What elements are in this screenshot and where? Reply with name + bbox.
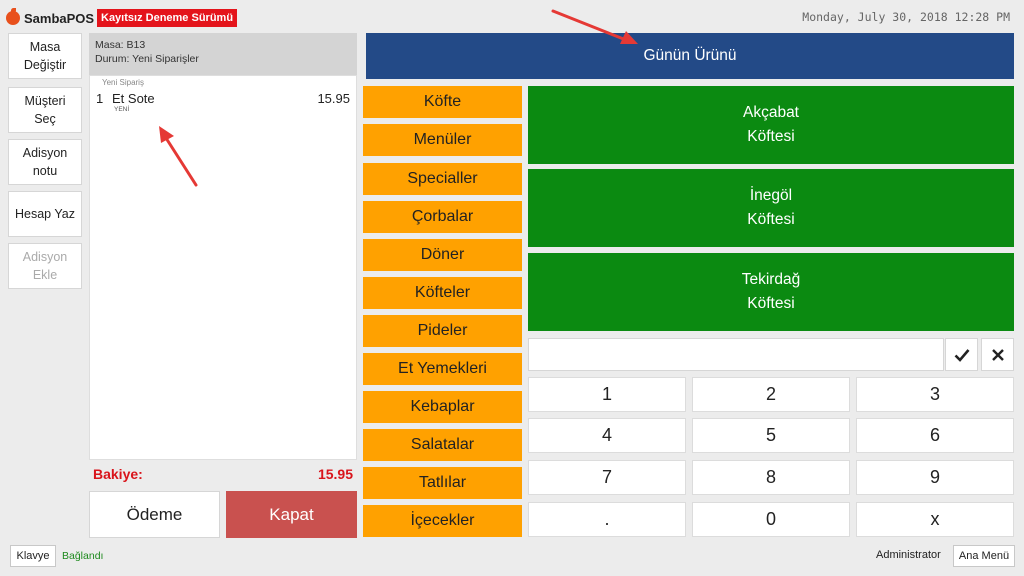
close-ticket-button[interactable]: Kapat [226, 491, 357, 538]
category-button[interactable]: Köfte [363, 86, 522, 118]
numpad-key[interactable]: x [856, 502, 1014, 537]
category-button[interactable]: Kebaplar [363, 391, 522, 423]
trial-badge: Kayıtsız Deneme Sürümü [97, 9, 238, 27]
category-button[interactable]: Salatalar [363, 429, 522, 461]
samba-logo-icon [6, 8, 20, 25]
check-icon [954, 348, 969, 362]
select-customer-button[interactable]: Müşteri Seç [8, 87, 82, 133]
numpad-key[interactable]: 9 [856, 460, 1014, 495]
numpad-key[interactable]: 0 [692, 502, 850, 537]
user-name: Administrator [876, 549, 941, 561]
category-button[interactable]: Köfteler [363, 277, 522, 309]
main-menu-button[interactable]: Ana Menü [953, 545, 1015, 567]
product-button[interactable]: İnegöl Köftesi [528, 169, 1014, 247]
category-button[interactable]: Çorbalar [363, 201, 522, 233]
numpad-key[interactable]: 1 [528, 377, 686, 412]
category-button[interactable]: Tatlılar [363, 467, 522, 499]
product-label: Tekirdağ [741, 271, 801, 288]
category-button[interactable]: Döner [363, 239, 522, 271]
app-logo: SambaPOS [6, 8, 94, 28]
datetime: Monday, July 30, 2018 12:28 PM [802, 10, 1010, 24]
action-label: Değiştir [23, 58, 67, 72]
product-label: Köftesi [747, 128, 795, 145]
order-quantity: 1 [96, 91, 104, 106]
product-button[interactable]: Tekirdağ Köftesi [528, 253, 1014, 331]
category-button[interactable]: Et Yemekleri [363, 353, 522, 385]
table-info: Masa: B13 [95, 39, 146, 51]
add-ticket-button[interactable]: Adisyon Ekle [8, 243, 82, 289]
action-label: Seç [34, 112, 56, 126]
action-label: Adisyon [22, 250, 68, 264]
payment-button[interactable]: Ödeme [89, 491, 220, 538]
ticket-note-button[interactable]: Adisyon notu [8, 139, 82, 185]
ticket-status: Durum: Yeni Siparişler [95, 53, 199, 65]
order-price: 15.95 [317, 91, 350, 106]
category-button[interactable]: İçecekler [363, 505, 522, 537]
product-label: İnegöl [749, 187, 793, 204]
numpad-key[interactable]: 6 [856, 418, 1014, 453]
balance-value: 15.95 [317, 466, 353, 482]
product-label: Köftesi [747, 295, 795, 312]
action-label: Ekle [32, 268, 58, 282]
numpad-key[interactable]: 7 [528, 460, 686, 495]
connection-status: Bağlandı [62, 550, 104, 562]
action-label: Masa [29, 40, 61, 54]
category-button[interactable]: Specialler [363, 163, 522, 195]
clear-button[interactable] [981, 338, 1014, 371]
product-of-the-day-banner[interactable]: Günün Ürünü [366, 33, 1014, 79]
order-name: Et Sote [112, 91, 155, 106]
order-status: YENİ [114, 106, 130, 113]
category-button[interactable]: Menüler [363, 124, 522, 156]
keyboard-button[interactable]: Klavye [10, 545, 56, 567]
numpad-key[interactable]: 5 [692, 418, 850, 453]
confirm-button[interactable] [945, 338, 978, 371]
action-label: Müşteri [24, 94, 66, 108]
ticket-orders: Yeni Sipariş 1 Et Sote 15.95 YENİ [89, 75, 357, 460]
action-label: Hesap Yaz [15, 207, 75, 221]
product-label: Köftesi [747, 211, 795, 228]
numpad-key[interactable]: 3 [856, 377, 1014, 412]
product-button[interactable]: Akçabat Köftesi [528, 86, 1014, 164]
balance-label: Bakiye: [93, 466, 143, 482]
change-table-button[interactable]: Masa Değiştir [8, 33, 82, 79]
app-name: SambaPOS [24, 10, 95, 26]
product-label: Akçabat [742, 104, 799, 121]
numpad-key[interactable]: 4 [528, 418, 686, 453]
numpad-key[interactable]: . [528, 502, 686, 537]
ticket-header: Masa: B13 Durum: Yeni Siparişler [89, 33, 357, 75]
action-label: notu [32, 164, 58, 178]
order-row[interactable]: 1 Et Sote 15.95 YENİ [90, 87, 356, 113]
numpad-key[interactable]: 8 [692, 460, 850, 495]
category-button[interactable]: Pideler [363, 315, 522, 347]
close-icon [991, 348, 1004, 361]
order-group-label: Yeni Sipariş [102, 78, 144, 87]
numpad-input[interactable] [528, 338, 944, 371]
numpad-key[interactable]: 2 [692, 377, 850, 412]
print-bill-button[interactable]: Hesap Yaz [8, 191, 82, 237]
action-label: Adisyon [22, 146, 68, 160]
